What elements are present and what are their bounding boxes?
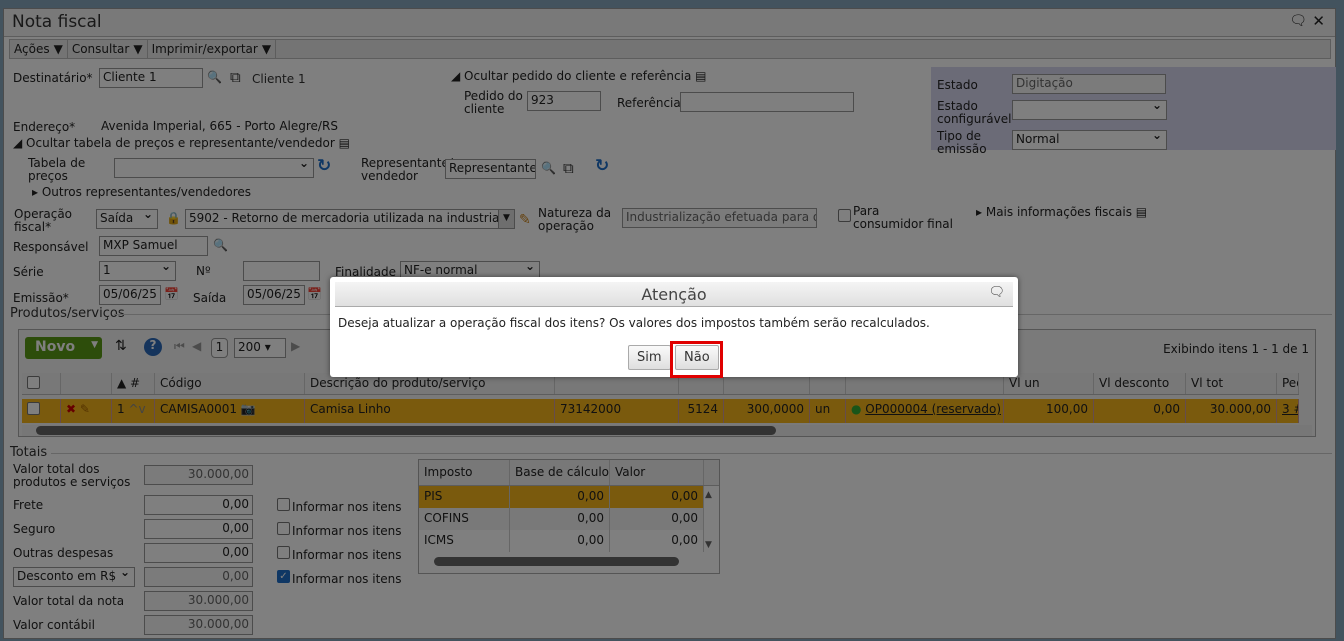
chat-icon[interactable]: 🗨	[988, 285, 1005, 300]
dialog-title: Atenção	[641, 285, 707, 304]
nao-button[interactable]: Não	[675, 345, 719, 370]
dialog-header: Atenção 🗨	[335, 282, 1013, 307]
dialog-message: Deseja atualizar a operação fiscal dos i…	[338, 316, 930, 330]
attention-dialog: Atenção 🗨 Deseja atualizar a operação fis…	[330, 277, 1018, 378]
sim-button[interactable]: Sim	[628, 345, 671, 370]
